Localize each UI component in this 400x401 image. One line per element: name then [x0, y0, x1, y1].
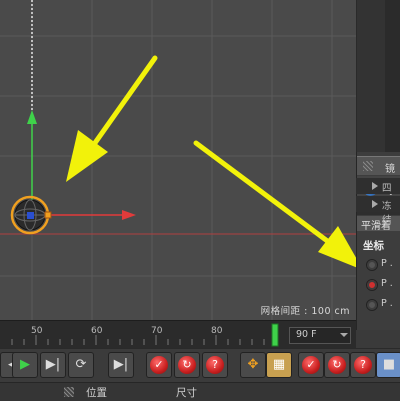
param-radio-active[interactable]: [366, 279, 378, 291]
step-forward-icon: ▶|: [45, 357, 61, 372]
param-radio[interactable]: [366, 299, 378, 311]
viewport-canvas[interactable]: [0, 0, 356, 320]
loop-button[interactable]: ⟳: [68, 352, 94, 378]
freeze-section-label: 冻结: [382, 201, 392, 226]
timeline-playhead: [271, 323, 279, 347]
move-icon: ✥: [247, 357, 259, 372]
play-button[interactable]: ▶: [12, 352, 38, 378]
annotation-arrow-left: [66, 55, 158, 182]
chevron-down-icon[interactable]: [340, 333, 348, 337]
param-label: P .: [381, 298, 393, 309]
param-row-scale[interactable]: P .: [357, 276, 400, 294]
key-icon: ↻: [332, 358, 342, 371]
expand-triangle-icon[interactable]: [372, 200, 378, 208]
section-title-text: 坐标: [363, 240, 384, 252]
layout-button[interactable]: ■: [376, 352, 400, 378]
autokey-button[interactable]: ↻: [174, 352, 200, 378]
keyframe-selection-button[interactable]: ?: [202, 352, 228, 378]
timeline-tick-label: 60: [91, 326, 103, 336]
grip-icon[interactable]: [64, 387, 74, 397]
autokey-icon: ↻: [182, 358, 192, 371]
record-position-button[interactable]: ✓: [298, 352, 324, 378]
layout-icon: ■: [382, 357, 396, 372]
key-icon: ✓: [306, 358, 316, 371]
position-column-label: 位置: [86, 387, 107, 399]
x-axis-handle-knob: [44, 211, 52, 219]
loop-icon: ⟳: [75, 357, 87, 372]
panel-scroll-strip[interactable]: [385, 0, 400, 152]
timeline-tick-label: 50: [31, 326, 43, 336]
3d-viewport[interactable]: 网格间距 : 100 cm: [0, 0, 356, 320]
right-panel-top: [356, 0, 400, 152]
freeze-section[interactable]: 冻结: [356, 196, 400, 226]
size-column-label: 尺寸: [176, 387, 197, 399]
go-to-end-icon: ▶|: [113, 357, 129, 372]
key-icon: ?: [360, 358, 366, 371]
scale-icon: ▦: [272, 357, 286, 372]
play-icon: ▶: [20, 357, 30, 372]
y-axis-handle-arrow: [27, 110, 37, 124]
param-radio[interactable]: [366, 259, 378, 271]
scale-tool-button[interactable]: ▦: [266, 352, 292, 378]
go-to-end-button[interactable]: ▶|: [108, 352, 134, 378]
viewport-grid: [0, 0, 356, 320]
expand-triangle-icon[interactable]: [372, 182, 378, 190]
timeline-tick-label: 70: [151, 326, 163, 336]
record-keyframe-button[interactable]: ✓: [146, 352, 172, 378]
key-icon: ✓: [154, 358, 164, 371]
quaternion-section[interactable]: 四元: [356, 178, 400, 208]
x-axis-handle-arrow: [122, 210, 136, 220]
param-label: P .: [381, 258, 393, 269]
param-row-rotation[interactable]: P .: [357, 296, 400, 314]
grid-spacing-readout: 网格间距 : 100 cm: [260, 306, 350, 317]
record-scale-button[interactable]: ?: [350, 352, 376, 378]
param-label: P .: [381, 278, 393, 289]
attributes-tab[interactable]: 镜: [357, 156, 400, 175]
end-frame-value: 90 F: [296, 329, 317, 340]
end-frame-field[interactable]: 90 F: [289, 327, 351, 344]
grip-icon[interactable]: [363, 161, 373, 171]
record-rotation-button[interactable]: ↻: [324, 352, 350, 378]
attributes-tab-label: 镜: [385, 164, 395, 175]
step-forward-button[interactable]: ▶|: [40, 352, 66, 378]
param-row-position[interactable]: P .: [357, 256, 400, 274]
key-icon: ?: [212, 358, 218, 371]
timeline-tick-label: 80: [211, 326, 223, 336]
sphere-object[interactable]: [10, 195, 50, 235]
coordinates-section-title: 坐标: [357, 238, 400, 252]
coordinate-manager-bar: [0, 382, 400, 401]
move-tool-button[interactable]: ✥: [240, 352, 266, 378]
